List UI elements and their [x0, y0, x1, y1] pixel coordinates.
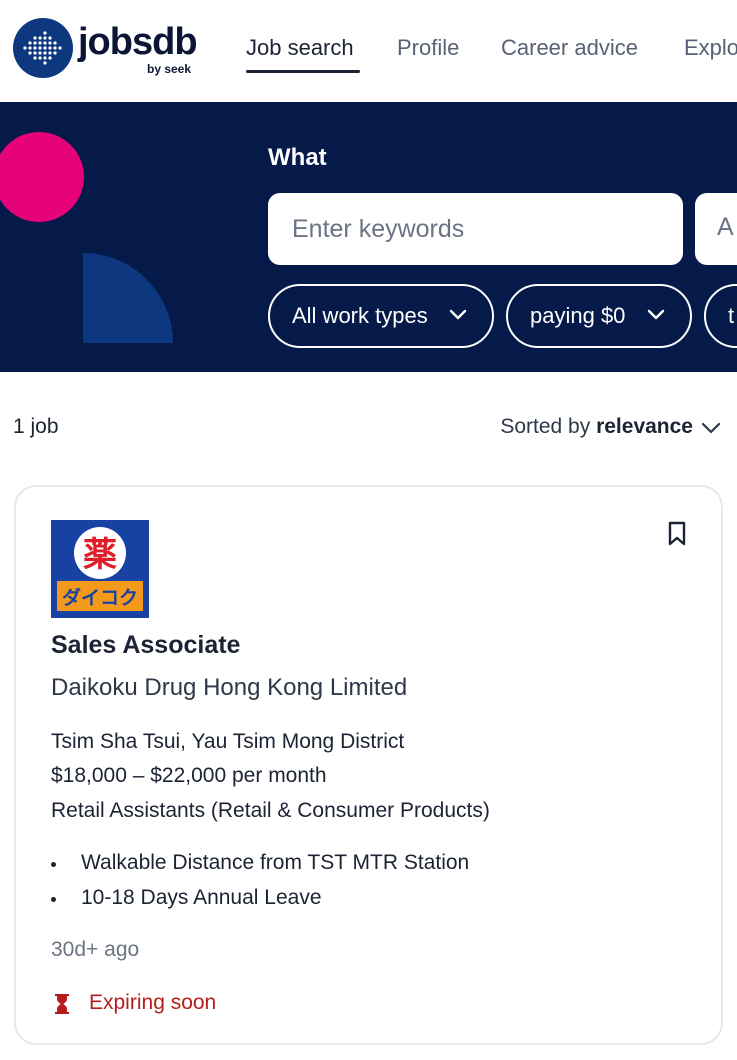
nav-job-search[interactable]: Job search	[246, 34, 360, 73]
posted-time: 30d+ ago	[51, 938, 140, 961]
sort-value: relevance	[596, 415, 693, 438]
jobsdb-logo-icon[interactable]	[13, 18, 73, 78]
list-item: Walkable Distance from TST MTR Station	[51, 851, 469, 886]
decorative-circle	[0, 132, 84, 222]
salary-filter-label: paying $0	[530, 303, 626, 328]
job-card[interactable]: 薬 ダイコク Sales Associate Daikoku Drug Hong…	[14, 485, 723, 1045]
top-header: jobsdb by seek Job search Profile Career…	[0, 0, 737, 102]
job-count: 1 job	[13, 415, 59, 438]
job-highlights: Walkable Distance from TST MTR Station 1…	[51, 851, 469, 921]
expiring-label: Expiring soon	[89, 991, 217, 1014]
where-input[interactable]: A	[695, 193, 737, 265]
logo-kanji: 薬	[83, 535, 117, 575]
nav-career-advice[interactable]: Career advice	[501, 34, 638, 62]
nav-explore[interactable]: Explo	[684, 34, 737, 62]
what-label: What	[268, 144, 327, 171]
search-banner: What A All work types paying $0 t	[0, 102, 737, 372]
more-filter[interactable]: t	[704, 284, 737, 348]
brand-tagline: by seek	[147, 62, 192, 76]
keywords-input[interactable]	[268, 193, 683, 265]
chevron-down-icon	[647, 309, 665, 320]
active-tab-indicator	[246, 70, 360, 73]
where-placeholder: A	[717, 213, 734, 241]
logo-katakana: ダイコク	[62, 586, 138, 609]
job-location[interactable]: Tsim Sha Tsui, Yau Tsim Mong District	[51, 730, 404, 754]
brand-name[interactable]: jobsdb	[78, 22, 198, 62]
sort-dropdown[interactable]: Sorted by relevance	[500, 415, 693, 439]
chevron-down-icon	[449, 309, 467, 320]
nav-profile[interactable]: Profile	[397, 34, 459, 62]
bookmark-icon[interactable]	[666, 520, 688, 548]
company-name[interactable]: Daikoku Drug Hong Kong Limited	[51, 674, 407, 702]
job-salary: $18,000 – $22,000 per month	[51, 764, 327, 787]
work-type-label: All work types	[292, 303, 428, 328]
company-logo[interactable]: 薬 ダイコク	[51, 520, 149, 618]
list-item: 10-18 Days Annual Leave	[51, 886, 469, 921]
hourglass-icon	[55, 994, 69, 1014]
more-filter-label: t	[728, 303, 735, 328]
sort-prefix: Sorted by	[500, 415, 591, 438]
job-classification[interactable]: Retail Assistants (Retail & Consumer Pro…	[51, 799, 490, 823]
salary-filter[interactable]: paying $0	[506, 284, 692, 348]
job-title[interactable]: Sales Associate	[51, 631, 240, 660]
decorative-quarter-circle	[83, 253, 173, 343]
work-type-filter[interactable]: All work types	[268, 284, 494, 348]
nav-label: Job search	[246, 35, 354, 60]
chevron-down-icon[interactable]	[700, 420, 722, 436]
